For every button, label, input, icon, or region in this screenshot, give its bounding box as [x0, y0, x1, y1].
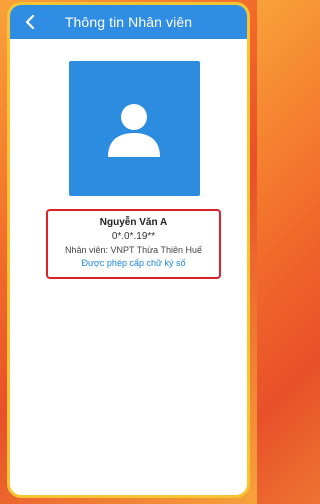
employee-info-box: Nguyễn Văn A 0*.0*.19** Nhân viên: VNPT …	[46, 209, 221, 279]
signature-permission-link[interactable]: Được phép cấp chữ ký số	[48, 258, 219, 268]
employee-unit: Nhân viên: VNPT Thừa Thiên Huế	[64, 245, 203, 255]
header-bar: Thông tin Nhân viên	[10, 5, 247, 39]
employee-name: Nguyễn Văn A	[99, 217, 168, 228]
avatar	[69, 61, 200, 196]
page-title: Thông tin Nhân viên	[64, 14, 193, 30]
employee-ip: 0*.0*.19**	[111, 231, 156, 242]
app-frame: Thông tin Nhân viên Nguyễn Văn A 0*.0*.1…	[7, 2, 250, 498]
user-icon	[108, 104, 160, 157]
